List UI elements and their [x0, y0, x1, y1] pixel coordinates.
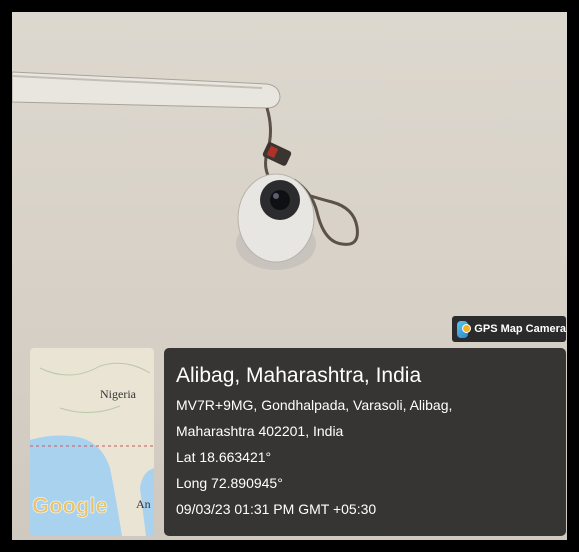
location-title: Alibag, Maharashtra, India	[176, 364, 422, 387]
address-line-1: MV7R+9MG, Gondhalpada, Varasoli, Alibag,	[176, 397, 453, 413]
gps-map-camera-app-icon	[457, 320, 472, 338]
camera-lens	[270, 190, 290, 210]
datetime: 09/03/23 01:31 PM GMT +05:30	[176, 501, 377, 517]
map-label-partial: An	[136, 497, 151, 511]
map-graphic: Nigeria An Google	[30, 348, 154, 536]
badge-label: GPS Map Camera	[474, 323, 566, 335]
address-line-2: Maharashtra 402201, India	[176, 423, 344, 439]
google-logo: Google	[32, 493, 108, 518]
mini-map[interactable]: Nigeria An Google	[30, 348, 154, 536]
location-info-panel: Alibag, Maharashtra, India MV7R+9MG, Gon…	[164, 348, 566, 536]
photo-frame: GPS Map Camera Nigeria An Google Alibag,…	[0, 0, 579, 552]
longitude: Long 72.890945°	[176, 475, 283, 491]
latitude: Lat 18.663421°	[176, 449, 272, 465]
map-label-nigeria: Nigeria	[100, 387, 137, 401]
photo: GPS Map Camera Nigeria An Google Alibag,…	[12, 12, 567, 540]
gps-map-camera-badge: GPS Map Camera	[452, 316, 566, 342]
